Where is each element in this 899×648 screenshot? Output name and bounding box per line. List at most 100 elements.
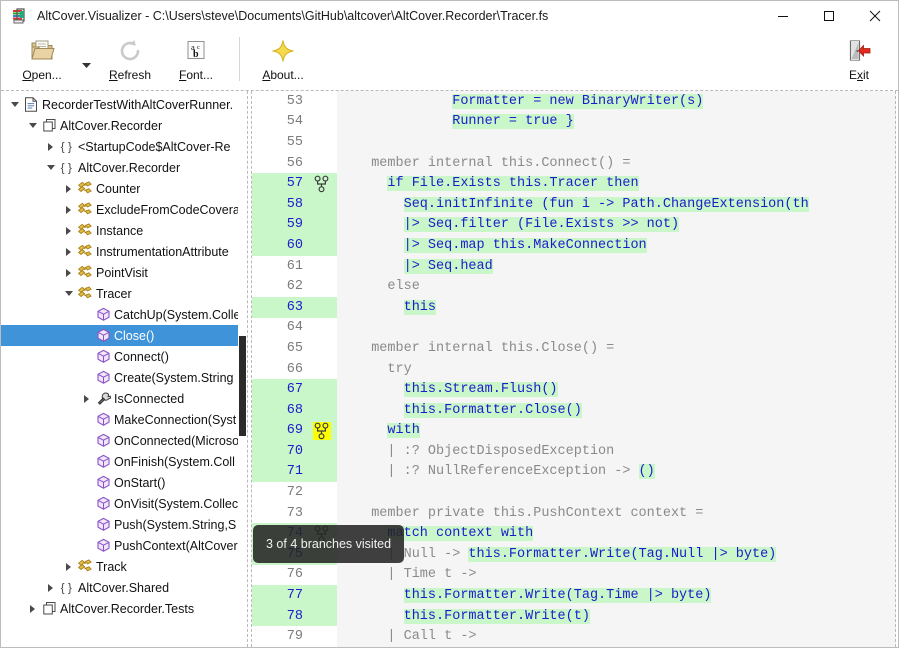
tree-item-push-system-string-s[interactable]: Push(System.String,S <box>1 514 247 535</box>
chevron-right-icon[interactable] <box>61 226 76 235</box>
code-line-53[interactable]: Formatter = new BinaryWriter(s) <box>337 91 898 112</box>
tree-item-altcover-recorder[interactable]: AltCover.Recorder <box>1 115 247 136</box>
chevron-right-icon[interactable] <box>43 142 58 151</box>
refresh-button[interactable]: Refresh <box>97 32 163 90</box>
code-line-63[interactable]: this <box>337 297 898 318</box>
open-button[interactable]: Open... <box>9 32 75 90</box>
tree-item-altcover-shared[interactable]: { } AltCover.Shared <box>1 577 247 598</box>
tree-item-close[interactable]: Close() <box>1 325 247 346</box>
open-dropdown-button[interactable] <box>75 32 97 90</box>
coverage-tree-panel[interactable]: RecorderTestWithAltCoverRunner. AltCover… <box>1 91 247 647</box>
chevron-down-icon[interactable] <box>43 165 58 170</box>
code-line-65[interactable]: member internal this.Close() = <box>337 338 898 359</box>
source-code[interactable]: Formatter = new BinaryWriter(s) Runner =… <box>337 91 898 647</box>
tree-item-startupcode-altcover-re[interactable]: { } <StartupCode$AltCover-Re <box>1 136 247 157</box>
chevron-right-icon[interactable] <box>61 247 76 256</box>
code-line-57[interactable]: if File.Exists this.Tracer then <box>337 173 898 194</box>
code-line-70[interactable]: | :? ObjectDisposedException <box>337 441 898 462</box>
code-line-75[interactable]: | Null -> this.Formatter.Write(Tag.Null … <box>337 544 898 565</box>
gutter-badge-empty <box>307 441 337 462</box>
tree-item-recordertestwithaltcoverrunner[interactable]: RecorderTestWithAltCoverRunner. <box>1 94 247 115</box>
chevron-right-icon[interactable] <box>61 562 76 571</box>
uncovered-code-segment: | Call t -> <box>355 629 477 645</box>
code-line-73[interactable]: member private this.PushContext context … <box>337 503 898 524</box>
branch-coverage-icon[interactable] <box>307 173 337 194</box>
chevron-down-icon[interactable] <box>25 123 40 128</box>
chevron-down-icon[interactable] <box>61 291 76 296</box>
code-line-71[interactable]: | :? NullReferenceException -> () <box>337 462 898 483</box>
tree-item-onfinish-system-coll[interactable]: OnFinish(System.Coll <box>1 451 247 472</box>
covered-code-segment: this.Formatter.Write(Tag.Null |> byte) <box>468 546 777 562</box>
tree-item-label: Create(System.String <box>114 370 234 385</box>
tree-item-onvisit-system-collec[interactable]: OnVisit(System.Collec <box>1 493 247 514</box>
tree-item-altcover-recorder-tests[interactable]: AltCover.Recorder.Tests <box>1 598 247 619</box>
chevron-down-icon[interactable] <box>7 102 22 107</box>
tree-item-connect[interactable]: Connect() <box>1 346 247 367</box>
maximize-button[interactable] <box>806 1 852 32</box>
gutter-line-69: 69 <box>252 420 337 442</box>
tree-item-excludefromcodecovera[interactable]: ExcludeFromCodeCovera <box>1 199 247 220</box>
chevron-right-icon[interactable] <box>61 205 76 214</box>
tree-item-counter[interactable]: Counter <box>1 178 247 199</box>
code-line-67[interactable]: this.Stream.Flush() <box>337 379 898 400</box>
gutter-badge-empty <box>307 153 337 174</box>
class-icon <box>76 181 94 196</box>
code-line-59[interactable]: |> Seq.filter (File.Exists >> not) <box>337 215 898 236</box>
tree-item-track[interactable]: Track <box>1 556 247 577</box>
chevron-right-icon[interactable] <box>61 184 76 193</box>
tree-item-catchup-system-colle[interactable]: CatchUp(System.Colle <box>1 304 247 325</box>
code-line-68[interactable]: this.Formatter.Close() <box>337 400 898 421</box>
gutter-badge-empty <box>307 194 337 215</box>
tree-item-label: <StartupCode$AltCover-Re <box>78 139 231 154</box>
exit-label: Exit <box>848 68 869 82</box>
tree-item-tracer[interactable]: Tracer <box>1 283 247 304</box>
minimize-button[interactable] <box>760 1 806 32</box>
line-number: 68 <box>286 402 303 418</box>
method-icon <box>94 496 112 511</box>
code-line-76[interactable]: | Time t -> <box>337 565 898 586</box>
chevron-right-icon[interactable] <box>43 583 58 592</box>
line-number: 78 <box>286 608 303 624</box>
code-line-66[interactable]: try <box>337 359 898 380</box>
tree-item-onconnected-microso[interactable]: OnConnected(Microso <box>1 430 247 451</box>
tree-item-makeconnection-syst[interactable]: MakeConnection(Syst <box>1 409 247 430</box>
tree-scrollbar-thumb[interactable] <box>239 336 246 436</box>
code-line-56[interactable]: member internal this.Connect() = <box>337 153 898 174</box>
tree-item-pushcontext-altcover[interactable]: PushContext(AltCover <box>1 535 247 556</box>
code-line-60[interactable]: |> Seq.map this.MakeConnection <box>337 235 898 256</box>
code-line-54[interactable]: Runner = true } <box>337 112 898 133</box>
code-line-78[interactable]: this.Formatter.Write(t) <box>337 606 898 627</box>
tree-item-instance[interactable]: Instance <box>1 220 247 241</box>
code-line-77[interactable]: this.Formatter.Write(Tag.Time |> byte) <box>337 585 898 606</box>
font-button[interactable]: a c b Font... <box>163 32 229 90</box>
line-number: 53 <box>286 93 303 109</box>
code-line-64[interactable] <box>337 318 898 339</box>
code-line-72[interactable] <box>337 482 898 503</box>
code-line-58[interactable]: Seq.initInfinite (fun i -> Path.ChangeEx… <box>337 194 898 215</box>
altcover-icon <box>11 7 28 25</box>
exit-button[interactable]: Exit <box>826 32 892 90</box>
code-line-79[interactable]: | Call t -> <box>337 626 898 647</box>
close-button[interactable] <box>852 1 898 32</box>
gutter-badge-empty <box>307 256 337 277</box>
tree-scrollbar[interactable] <box>238 91 247 647</box>
code-line-62[interactable]: else <box>337 276 898 297</box>
chevron-right-icon[interactable] <box>79 394 94 403</box>
tree-item-onstart[interactable]: OnStart() <box>1 472 247 493</box>
tree-item-altcover-recorder[interactable]: { } AltCover.Recorder <box>1 157 247 178</box>
tree-item-create-system-string[interactable]: Create(System.String <box>1 367 247 388</box>
code-line-69[interactable]: with <box>337 421 898 442</box>
code-line-55[interactable] <box>337 132 898 153</box>
tree-item-pointvisit[interactable]: PointVisit <box>1 262 247 283</box>
branch-coverage-icon[interactable] <box>307 421 337 442</box>
gutter-line-66: 66 <box>252 359 337 380</box>
code-line-74[interactable]: match context with <box>337 523 898 544</box>
about-button[interactable]: About... <box>250 32 316 90</box>
tree-item-instrumentationattribute[interactable]: InstrumentationAttribute <box>1 241 247 262</box>
tree-item-label: Tracer <box>96 286 132 301</box>
chevron-right-icon[interactable] <box>61 268 76 277</box>
tree-item-isconnected[interactable]: IsConnected <box>1 388 247 409</box>
chevron-right-icon[interactable] <box>25 604 40 613</box>
coverage-tree[interactable]: RecorderTestWithAltCoverRunner. AltCover… <box>1 91 247 619</box>
code-line-61[interactable]: |> Seq.head <box>337 256 898 277</box>
